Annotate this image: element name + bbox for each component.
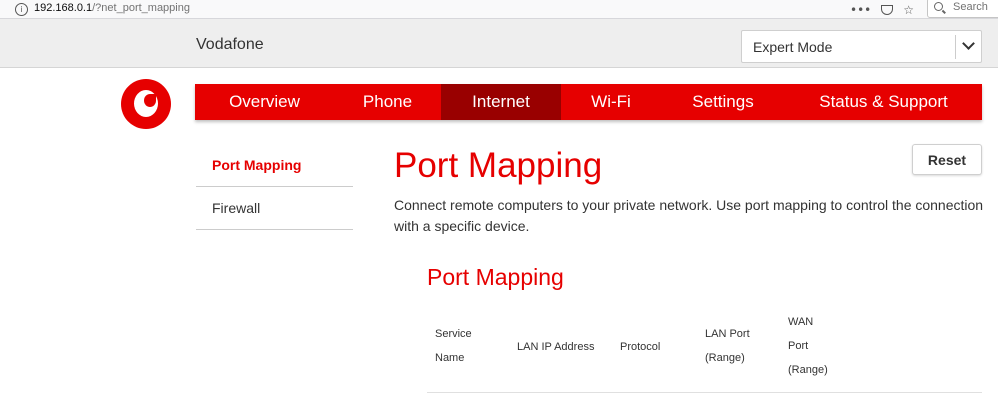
page-actions-icon[interactable]: ••• [850,3,871,17]
column-header-service-name[interactable]: Service Name [435,322,472,370]
column-header-lan-port[interactable]: LAN Port (Range) [705,322,750,370]
nav-overview[interactable]: Overview [195,84,334,120]
info-icon[interactable]: i [15,3,28,16]
header-line: (Range) [705,352,745,364]
nav-internet[interactable]: Internet [441,84,561,120]
chevron-down-icon[interactable] [962,37,975,50]
main-nav: Overview Phone Internet Wi-Fi Settings S… [195,84,982,120]
mode-select[interactable]: Expert Mode [741,30,982,63]
browser-toolbar: i 192.168.0.1/?net_port_mapping ••• ☆ Se… [0,0,998,19]
address-bar[interactable]: 192.168.0.1/?net_port_mapping [34,2,190,14]
browser-search-box[interactable]: Search [927,0,998,18]
vodafone-logo[interactable] [121,79,171,129]
header-line: LAN Port [705,328,750,340]
header-line: Service [435,328,472,340]
section-title: Port Mapping [427,264,564,290]
pocket-icon[interactable] [881,4,894,15]
bookmark-star-icon[interactable]: ☆ [903,3,914,17]
column-header-wan-port[interactable]: WAN Port (Range) [788,310,828,382]
header-line: (Range) [788,364,828,376]
table-header: Service Name LAN IP Address Protocol LAN… [427,306,982,393]
mode-select-divider [955,35,956,59]
page-title: Port Mapping [394,146,603,185]
url-host: 192.168.0.1 [34,2,93,14]
reset-button[interactable]: Reset [912,144,982,175]
nav-status-support[interactable]: Status & Support [785,84,982,120]
url-path: /?net_port_mapping [92,2,190,14]
nav-settings[interactable]: Settings [661,84,785,120]
sidebar-item-firewall[interactable]: Firewall [196,187,353,230]
brand-name: Vodafone [196,36,264,53]
header-line: WAN [788,316,814,328]
column-header-protocol[interactable]: Protocol [620,335,660,359]
sidebar-item-port-mapping[interactable]: Port Mapping [196,144,353,187]
column-header-lan-ip[interactable]: LAN IP Address [517,335,594,359]
search-placeholder: Search [953,1,988,13]
nav-wifi[interactable]: Wi-Fi [561,84,661,120]
search-icon [934,2,943,11]
mode-select-value: Expert Mode [753,39,833,55]
nav-phone[interactable]: Phone [334,84,441,120]
top-header: Vodafone Expert Mode [0,19,998,68]
header-line: Port [788,340,809,352]
header-line: Name [435,352,465,364]
sidebar: Port Mapping Firewall [196,144,353,230]
page-description: Connect remote computers to your private… [394,197,984,234]
